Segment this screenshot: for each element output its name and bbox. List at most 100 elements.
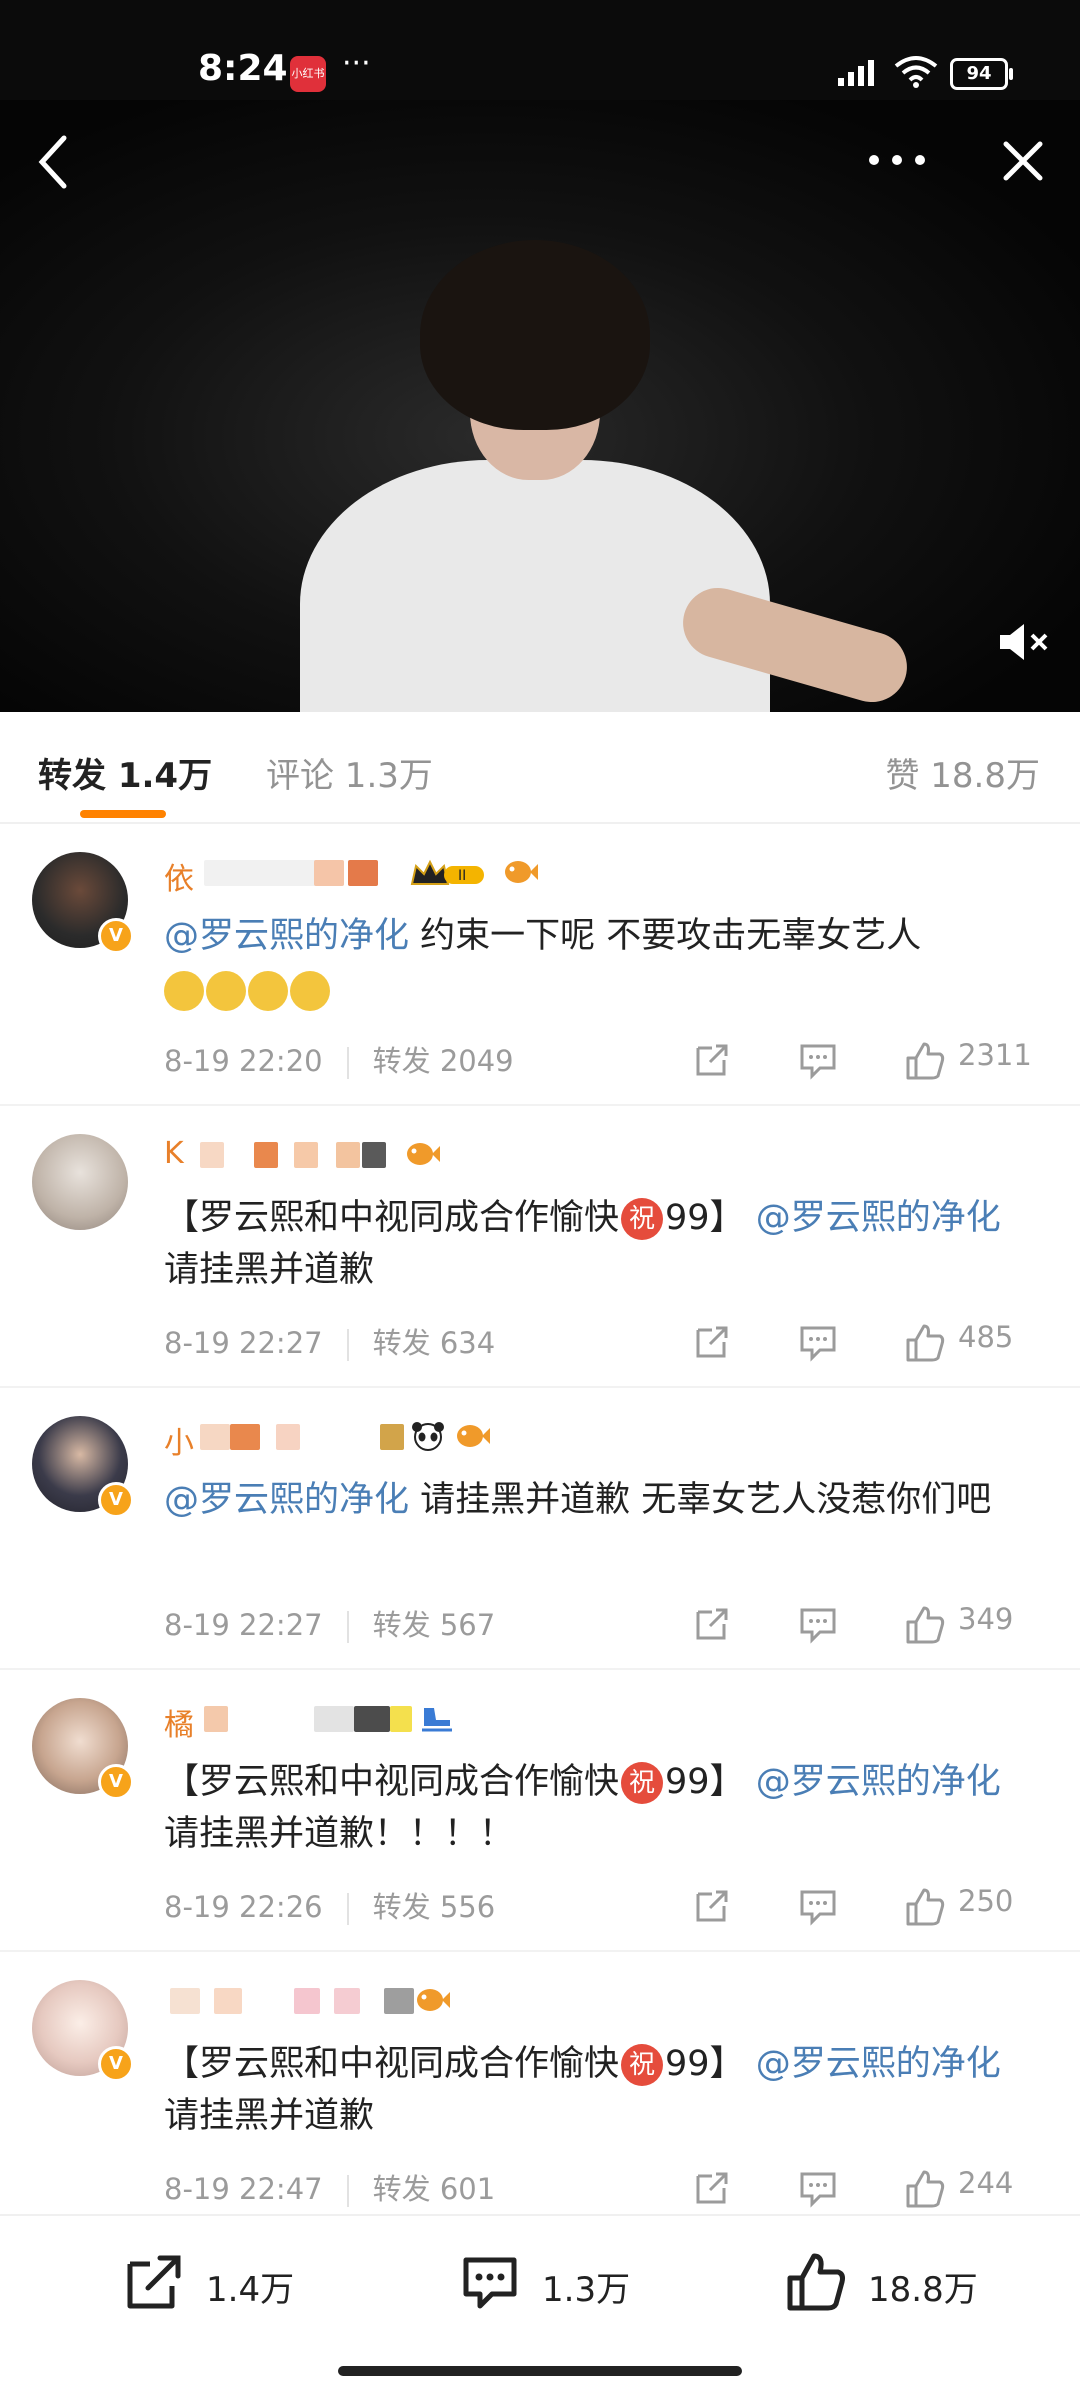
item-actions: 485 <box>692 1316 1052 1366</box>
list-item[interactable]: V 橘 【罗云熙和中视同成合作愉快祝 99】 @罗云熙的净化 请挂黑并道歉！！！！… <box>0 1670 1080 1952</box>
close-button[interactable] <box>998 136 1048 186</box>
comment-button[interactable] <box>798 1040 838 1080</box>
username[interactable]: 橘 <box>164 1700 584 1743</box>
list-item[interactable]: V 小 @罗云熙的净化 请挂黑并道歉 无辜女艺人没惹你们吧 8-19 22:27… <box>0 1388 1080 1670</box>
tab-comment[interactable]: 评论 1.3万 <box>266 748 433 797</box>
share-button[interactable] <box>692 1040 732 1080</box>
mention-link[interactable]: @罗云熙的净化 <box>164 1480 409 1520</box>
repost-content: 【罗云熙和中视同成合作愉快祝 99】 @罗云熙的净化 请挂黑并道歉！！！！ <box>164 1762 1001 1854</box>
more-button[interactable] <box>862 140 932 180</box>
comment-button[interactable] <box>798 1604 838 1644</box>
share-icon <box>696 1044 728 1076</box>
blurred-name <box>334 1988 360 2014</box>
blurred-name <box>294 1142 318 1168</box>
thumbs-up-icon <box>906 1324 945 1362</box>
close-icon <box>1003 141 1043 181</box>
thumbs-up-icon <box>906 1042 945 1080</box>
item-actions: 2311 <box>692 1034 1052 1084</box>
blurred-name <box>230 1424 260 1450</box>
like-button[interactable] <box>904 1604 946 1644</box>
item-meta: 8-19 22:26 转发 556 <box>164 1884 495 1926</box>
mention-link[interactable]: @罗云熙的净化 <box>164 916 409 956</box>
repost-content: @罗云熙的净化 约束一下呢 不要攻击无辜女艺人 <box>164 910 1044 1016</box>
mention-link[interactable]: @罗云熙的净化 <box>756 1762 1001 1802</box>
like-button[interactable] <box>904 1040 946 1080</box>
repost-list: V 依 II @罗云熙的净化 约束一下呢 不要攻击无辜女艺人 8-19 22:2… <box>0 824 1080 2234</box>
item-actions: 349 <box>692 1598 1052 1648</box>
video-player[interactable]: 8:24 小红书 ··· 94 <box>0 0 1080 712</box>
tab-bar: 转发 1.4万 评论 1.3万 赞 18.8万 <box>0 712 1080 824</box>
thumbs-up-icon <box>906 1888 945 1926</box>
signal-icon <box>838 60 874 86</box>
share-icon <box>696 1890 728 1922</box>
tab-like[interactable]: 赞 18.8万 <box>885 748 1040 797</box>
comment-icon <box>800 1326 836 1362</box>
back-icon <box>38 135 67 189</box>
share-button[interactable] <box>692 2168 732 2208</box>
blurred-name <box>354 1706 390 1732</box>
repost-content: 【罗云熙和中视同成合作愉快祝 99】 @罗云熙的净化 请挂黑并道歉 <box>164 2044 1001 2136</box>
timestamp: 8-19 22:47 <box>164 2172 323 2206</box>
username[interactable]: 依 II <box>164 854 584 897</box>
like-button[interactable] <box>904 2168 946 2208</box>
mute-button[interactable] <box>996 620 1052 664</box>
tab-repost[interactable]: 转发 1.4万 <box>38 748 212 797</box>
repost-count: 转发 601 <box>372 2172 496 2206</box>
fish-emoji-icon <box>417 1989 450 2011</box>
repost-content: 【罗云熙和中视同成合作愉快祝 99】 @罗云熙的净化 请挂黑并道歉 <box>164 1198 1001 1290</box>
comment-button[interactable] <box>798 1322 838 1362</box>
repost-count: 转发 634 <box>372 1326 496 1360</box>
username[interactable]: 小 <box>164 1418 584 1461</box>
thumbs-up-icon <box>906 1606 945 1644</box>
item-meta: 8-19 22:47 转发 601 <box>164 2166 495 2208</box>
status-more-dots: ··· <box>342 46 371 81</box>
fish-emoji-icon <box>407 1143 440 1165</box>
comment-button[interactable] <box>798 2168 838 2208</box>
list-item[interactable]: V 【罗云熙和中视同成合作愉快祝 99】 @罗云熙的净化 请挂黑并道歉 8-19 … <box>0 1952 1080 2234</box>
crying-emoji-icon <box>290 970 330 1011</box>
back-button[interactable] <box>32 132 76 192</box>
crying-emoji-icon <box>248 970 288 1011</box>
fish-emoji-icon <box>457 1425 490 1447</box>
username[interactable]: K <box>164 1136 584 1176</box>
share-button[interactable] <box>692 1604 732 1644</box>
comment-icon <box>463 2257 517 2309</box>
like-count: 349 <box>958 1602 1014 1636</box>
more-icon <box>869 155 925 165</box>
like-count: 250 <box>958 1884 1014 1918</box>
share-button[interactable] <box>692 1322 732 1362</box>
list-item[interactable]: K 【罗云熙和中视同成合作愉快祝 99】 @罗云熙的净化 请挂黑并道歉 8-19 … <box>0 1106 1080 1388</box>
like-count: 2311 <box>958 1038 1032 1072</box>
blurred-name <box>200 1424 230 1450</box>
avatar[interactable] <box>32 1134 128 1230</box>
share-icon <box>696 1608 728 1640</box>
item-actions: 250 <box>692 1880 1052 1930</box>
verified-badge-icon: V <box>98 918 134 954</box>
battery-icon: 94 <box>950 58 1013 90</box>
mention-link[interactable]: @罗云熙的净化 <box>756 2044 1001 2084</box>
timestamp: 8-19 22:20 <box>164 1044 323 1078</box>
thumbs-up-icon <box>787 2253 845 2311</box>
like-button[interactable] <box>904 1886 946 1926</box>
crying-emoji-icon <box>164 970 204 1011</box>
list-item[interactable]: V 依 II @罗云熙的净化 约束一下呢 不要攻击无辜女艺人 8-19 22:2… <box>0 824 1080 1106</box>
item-meta: 8-19 22:20 转发 2049 <box>164 1038 514 1080</box>
share-button[interactable] <box>692 1886 732 1926</box>
item-meta: 8-19 22:27 转发 567 <box>164 1602 495 1644</box>
repost-icon <box>127 2255 181 2309</box>
mention-link[interactable]: @罗云熙的净化 <box>756 1198 1001 1238</box>
repost-count-total: 1.4万 <box>206 2270 295 2310</box>
username[interactable] <box>164 1982 584 2022</box>
blurred-name <box>294 1988 320 2014</box>
comment-count-total: 1.3万 <box>542 2270 631 2310</box>
fish-emoji-icon <box>505 861 538 883</box>
active-tab-indicator <box>80 810 166 818</box>
like-button[interactable] <box>904 1322 946 1362</box>
verified-badge-icon: V <box>98 1482 134 1518</box>
video-figure-shirt <box>300 460 770 712</box>
emoji-row <box>164 970 332 1011</box>
like-count: 485 <box>958 1320 1014 1354</box>
home-indicator[interactable] <box>338 2366 742 2376</box>
share-icon <box>696 2172 728 2204</box>
comment-button[interactable] <box>798 1886 838 1926</box>
